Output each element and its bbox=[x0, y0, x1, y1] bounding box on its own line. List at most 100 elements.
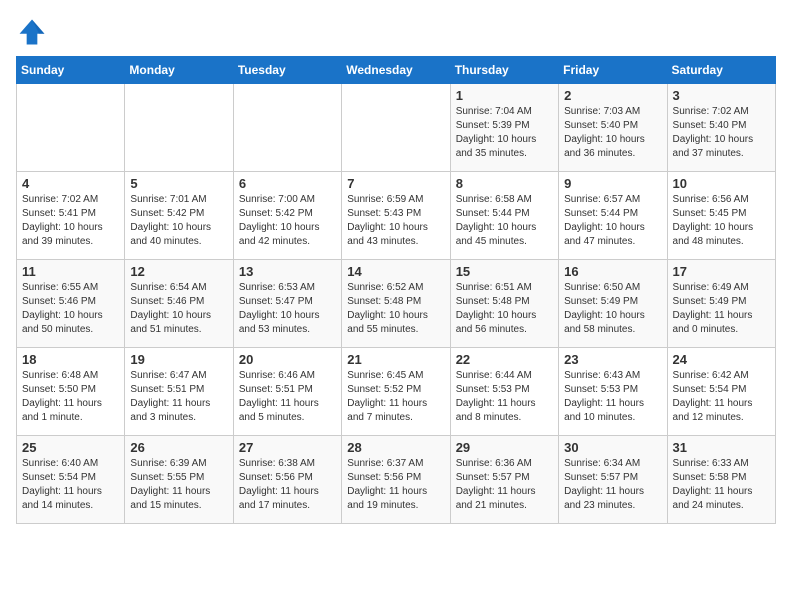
day-info: Sunrise: 6:58 AM Sunset: 5:44 PM Dayligh… bbox=[456, 193, 553, 249]
calendar-day-cell: 8 Sunrise: 6:58 AM Sunset: 5:44 PM Daylig… bbox=[450, 172, 558, 260]
day-info: Sunrise: 6:50 AM Sunset: 5:49 PM Dayligh… bbox=[564, 281, 661, 337]
calendar-day-cell: 11 Sunrise: 6:55 AM Sunset: 5:46 PM Dayli… bbox=[17, 260, 125, 348]
calendar-day-cell: 31 Sunrise: 6:33 AM Sunset: 5:58 PM Dayli… bbox=[667, 436, 775, 524]
day-info: Sunrise: 7:00 AM Sunset: 5:42 PM Dayligh… bbox=[239, 193, 336, 249]
day-info: Sunrise: 6:47 AM Sunset: 5:51 PM Dayligh… bbox=[130, 369, 227, 425]
day-number: 14 bbox=[347, 264, 444, 279]
calendar-day-cell: 12 Sunrise: 6:54 AM Sunset: 5:46 PM Dayli… bbox=[125, 260, 233, 348]
day-info: Sunrise: 6:56 AM Sunset: 5:45 PM Dayligh… bbox=[673, 193, 770, 249]
calendar-day-cell: 15 Sunrise: 6:51 AM Sunset: 5:48 PM Dayli… bbox=[450, 260, 558, 348]
calendar-week-row: 1 Sunrise: 7:04 AM Sunset: 5:39 PM Daylig… bbox=[17, 84, 776, 172]
logo bbox=[16, 16, 52, 48]
day-info: Sunrise: 6:54 AM Sunset: 5:46 PM Dayligh… bbox=[130, 281, 227, 337]
day-number: 24 bbox=[673, 352, 770, 367]
calendar-day-cell: 14Sunrise: 6:52 AM Sunset: 5:48 PM Dayli… bbox=[342, 260, 450, 348]
day-info: Sunrise: 6:36 AM Sunset: 5:57 PM Dayligh… bbox=[456, 457, 553, 513]
calendar-day-cell: 18 Sunrise: 6:48 AM Sunset: 5:50 PM Dayli… bbox=[17, 348, 125, 436]
day-number: 15 bbox=[456, 264, 553, 279]
day-number: 26 bbox=[130, 440, 227, 455]
calendar-week-row: 11 Sunrise: 6:55 AM Sunset: 5:46 PM Dayli… bbox=[17, 260, 776, 348]
day-number: 27 bbox=[239, 440, 336, 455]
calendar-week-row: 25Sunrise: 6:40 AM Sunset: 5:54 PM Dayli… bbox=[17, 436, 776, 524]
calendar-week-row: 18 Sunrise: 6:48 AM Sunset: 5:50 PM Dayli… bbox=[17, 348, 776, 436]
day-number: 22 bbox=[456, 352, 553, 367]
day-number: 1 bbox=[456, 88, 553, 103]
calendar-day-cell: 24 Sunrise: 6:42 AM Sunset: 5:54 PM Dayli… bbox=[667, 348, 775, 436]
day-info: Sunrise: 6:51 AM Sunset: 5:48 PM Dayligh… bbox=[456, 281, 553, 337]
calendar-week-row: 4Sunrise: 7:02 AM Sunset: 5:41 PM Daylig… bbox=[17, 172, 776, 260]
day-info: Sunrise: 6:55 AM Sunset: 5:46 PM Dayligh… bbox=[22, 281, 119, 337]
day-number: 2 bbox=[564, 88, 661, 103]
calendar-day-cell: 10 Sunrise: 6:56 AM Sunset: 5:45 PM Dayli… bbox=[667, 172, 775, 260]
calendar-day-cell: 29 Sunrise: 6:36 AM Sunset: 5:57 PM Dayli… bbox=[450, 436, 558, 524]
day-number: 6 bbox=[239, 176, 336, 191]
day-info: Sunrise: 6:34 AM Sunset: 5:57 PM Dayligh… bbox=[564, 457, 661, 513]
day-info: Sunrise: 6:53 AM Sunset: 5:47 PM Dayligh… bbox=[239, 281, 336, 337]
day-number: 31 bbox=[673, 440, 770, 455]
day-number: 17 bbox=[673, 264, 770, 279]
calendar-day-cell: 5 Sunrise: 7:01 AM Sunset: 5:42 PM Daylig… bbox=[125, 172, 233, 260]
calendar-day-cell: 4Sunrise: 7:02 AM Sunset: 5:41 PM Daylig… bbox=[17, 172, 125, 260]
calendar-day-cell: 17 Sunrise: 6:49 AM Sunset: 5:49 PM Dayli… bbox=[667, 260, 775, 348]
calendar-day-cell: 22Sunrise: 6:44 AM Sunset: 5:53 PM Dayli… bbox=[450, 348, 558, 436]
calendar-day-cell: 25Sunrise: 6:40 AM Sunset: 5:54 PM Dayli… bbox=[17, 436, 125, 524]
day-number: 16 bbox=[564, 264, 661, 279]
day-number: 11 bbox=[22, 264, 119, 279]
calendar-day-cell bbox=[233, 84, 341, 172]
day-info: Sunrise: 7:01 AM Sunset: 5:42 PM Dayligh… bbox=[130, 193, 227, 249]
weekday-header-sunday: Sunday bbox=[17, 57, 125, 84]
calendar-day-cell: 20 Sunrise: 6:46 AM Sunset: 5:51 PM Dayli… bbox=[233, 348, 341, 436]
weekday-header-tuesday: Tuesday bbox=[233, 57, 341, 84]
weekday-header-row: SundayMondayTuesdayWednesdayThursdayFrid… bbox=[17, 57, 776, 84]
calendar-day-cell: 2 Sunrise: 7:03 AM Sunset: 5:40 PM Daylig… bbox=[559, 84, 667, 172]
day-number: 7 bbox=[347, 176, 444, 191]
calendar-day-cell: 7 Sunrise: 6:59 AM Sunset: 5:43 PM Daylig… bbox=[342, 172, 450, 260]
day-info: Sunrise: 6:48 AM Sunset: 5:50 PM Dayligh… bbox=[22, 369, 119, 425]
calendar-day-cell: 16 Sunrise: 6:50 AM Sunset: 5:49 PM Dayli… bbox=[559, 260, 667, 348]
logo-icon bbox=[16, 16, 48, 48]
day-number: 8 bbox=[456, 176, 553, 191]
day-info: Sunrise: 7:04 AM Sunset: 5:39 PM Dayligh… bbox=[456, 105, 553, 161]
day-info: Sunrise: 6:33 AM Sunset: 5:58 PM Dayligh… bbox=[673, 457, 770, 513]
day-number: 12 bbox=[130, 264, 227, 279]
day-info: Sunrise: 6:57 AM Sunset: 5:44 PM Dayligh… bbox=[564, 193, 661, 249]
day-info: Sunrise: 7:02 AM Sunset: 5:41 PM Dayligh… bbox=[22, 193, 119, 249]
weekday-header-saturday: Saturday bbox=[667, 57, 775, 84]
day-info: Sunrise: 6:46 AM Sunset: 5:51 PM Dayligh… bbox=[239, 369, 336, 425]
day-number: 29 bbox=[456, 440, 553, 455]
calendar-day-cell: 1 Sunrise: 7:04 AM Sunset: 5:39 PM Daylig… bbox=[450, 84, 558, 172]
day-info: Sunrise: 6:42 AM Sunset: 5:54 PM Dayligh… bbox=[673, 369, 770, 425]
day-number: 3 bbox=[673, 88, 770, 103]
day-number: 9 bbox=[564, 176, 661, 191]
day-number: 18 bbox=[22, 352, 119, 367]
weekday-header-friday: Friday bbox=[559, 57, 667, 84]
calendar-day-cell: 6 Sunrise: 7:00 AM Sunset: 5:42 PM Daylig… bbox=[233, 172, 341, 260]
day-info: Sunrise: 6:59 AM Sunset: 5:43 PM Dayligh… bbox=[347, 193, 444, 249]
calendar-day-cell: 13 Sunrise: 6:53 AM Sunset: 5:47 PM Dayli… bbox=[233, 260, 341, 348]
day-number: 20 bbox=[239, 352, 336, 367]
day-number: 10 bbox=[673, 176, 770, 191]
calendar-day-cell: 9 Sunrise: 6:57 AM Sunset: 5:44 PM Daylig… bbox=[559, 172, 667, 260]
calendar-day-cell: 27 Sunrise: 6:38 AM Sunset: 5:56 PM Dayli… bbox=[233, 436, 341, 524]
day-info: Sunrise: 7:03 AM Sunset: 5:40 PM Dayligh… bbox=[564, 105, 661, 161]
day-info: Sunrise: 6:39 AM Sunset: 5:55 PM Dayligh… bbox=[130, 457, 227, 513]
calendar-day-cell: 3Sunrise: 7:02 AM Sunset: 5:40 PM Daylig… bbox=[667, 84, 775, 172]
day-number: 5 bbox=[130, 176, 227, 191]
calendar-day-cell: 21 Sunrise: 6:45 AM Sunset: 5:52 PM Dayli… bbox=[342, 348, 450, 436]
weekday-header-thursday: Thursday bbox=[450, 57, 558, 84]
calendar-day-cell: 28 Sunrise: 6:37 AM Sunset: 5:56 PM Dayli… bbox=[342, 436, 450, 524]
calendar-day-cell bbox=[125, 84, 233, 172]
day-number: 28 bbox=[347, 440, 444, 455]
calendar-table: SundayMondayTuesdayWednesdayThursdayFrid… bbox=[16, 56, 776, 524]
calendar-day-cell: 26 Sunrise: 6:39 AM Sunset: 5:55 PM Dayli… bbox=[125, 436, 233, 524]
day-info: Sunrise: 6:43 AM Sunset: 5:53 PM Dayligh… bbox=[564, 369, 661, 425]
day-info: Sunrise: 6:45 AM Sunset: 5:52 PM Dayligh… bbox=[347, 369, 444, 425]
day-info: Sunrise: 6:49 AM Sunset: 5:49 PM Dayligh… bbox=[673, 281, 770, 337]
day-number: 21 bbox=[347, 352, 444, 367]
day-info: Sunrise: 6:37 AM Sunset: 5:56 PM Dayligh… bbox=[347, 457, 444, 513]
day-info: Sunrise: 6:38 AM Sunset: 5:56 PM Dayligh… bbox=[239, 457, 336, 513]
calendar-day-cell: 30Sunrise: 6:34 AM Sunset: 5:57 PM Dayli… bbox=[559, 436, 667, 524]
day-number: 13 bbox=[239, 264, 336, 279]
weekday-header-monday: Monday bbox=[125, 57, 233, 84]
day-info: Sunrise: 6:40 AM Sunset: 5:54 PM Dayligh… bbox=[22, 457, 119, 513]
